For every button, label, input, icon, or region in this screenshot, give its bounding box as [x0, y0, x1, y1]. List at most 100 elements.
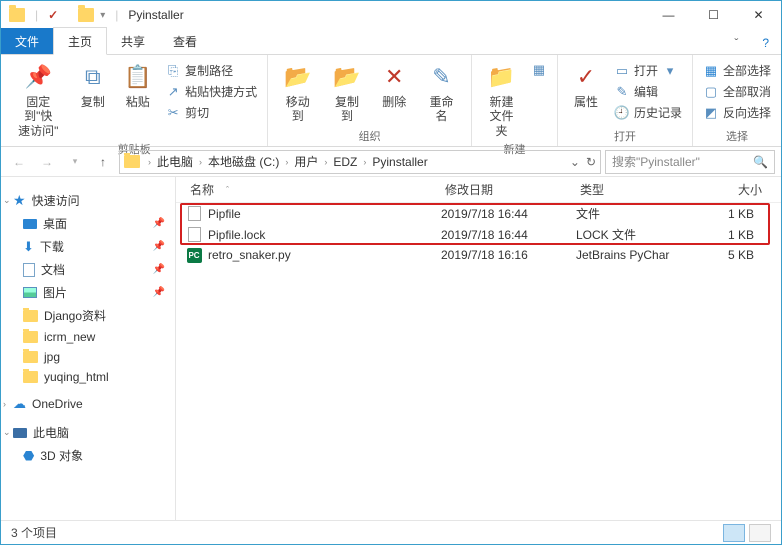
forward-button[interactable]: →: [35, 150, 59, 174]
open-button[interactable]: ▭打开▾: [610, 61, 686, 80]
crumb[interactable]: EDZ: [331, 155, 359, 169]
content-area: ⌄★快速访问 桌面📌 ⬇下载📌 文档📌 图片📌 Django资料 icrm_ne…: [1, 177, 781, 520]
details-view-button[interactable]: [723, 524, 745, 542]
checkmark-icon[interactable]: ✓: [48, 8, 58, 22]
separator: |: [115, 8, 118, 22]
tab-file[interactable]: 文件: [1, 28, 53, 54]
file-list-pane: 名称ˆ 修改日期 类型 大小 Pipfile 2019/7/18 16:44 文…: [176, 177, 781, 520]
sidebar-this-pc[interactable]: ⌄此电脑: [1, 421, 175, 444]
ribbon-collapse-button[interactable]: ˇ: [722, 32, 750, 54]
sidebar-item-3d[interactable]: ⬣3D 对象: [1, 444, 175, 467]
pin-to-quick-access-button[interactable]: 📌固定到"快 速访问": [7, 59, 69, 140]
sidebar-item-documents[interactable]: 文档📌: [1, 258, 175, 281]
ribbon-group-clipboard: 📌固定到"快 速访问" ⧉复制 📋粘贴 ⎘复制路径 ↗粘贴快捷方式 ✂剪切 剪贴…: [1, 55, 268, 146]
up-button[interactable]: ↑: [91, 150, 115, 174]
column-headers: 名称ˆ 修改日期 类型 大小: [176, 177, 781, 203]
pin-icon: 📌: [153, 218, 165, 229]
properties-button[interactable]: ✓属性: [564, 59, 608, 111]
pin-icon: 📌: [153, 264, 165, 275]
separator: |: [35, 8, 38, 22]
close-button[interactable]: ✕: [736, 1, 781, 29]
title-bar: | ✓ ▾ | Pyinstaller — ☐ ✕: [1, 1, 781, 29]
col-date[interactable]: 修改日期: [441, 181, 576, 198]
sidebar-onedrive[interactable]: ›☁OneDrive: [1, 393, 175, 415]
tab-home[interactable]: 主页: [53, 27, 107, 55]
back-button[interactable]: ←: [7, 150, 31, 174]
select-all-button[interactable]: ▦全部选择: [699, 61, 775, 80]
sidebar-item-folder[interactable]: yuqing_html: [1, 367, 175, 387]
group-label: 组织: [274, 127, 465, 144]
help-button[interactable]: ?: [750, 32, 781, 54]
edit-button[interactable]: ✎编辑: [610, 82, 686, 101]
rename-button[interactable]: ✎重命名: [418, 59, 465, 126]
ribbon-tabs: 文件 主页 共享 查看 ˇ ?: [1, 29, 781, 55]
col-size[interactable]: 大小: [706, 181, 766, 198]
caret-icon[interactable]: ›: [361, 157, 368, 167]
item-count: 3 个项目: [11, 524, 57, 541]
maximize-button[interactable]: ☐: [691, 1, 736, 29]
group-label: 选择: [699, 127, 775, 144]
window-title: Pyinstaller: [128, 8, 183, 22]
new-folder-button[interactable]: 📁新建 文件夹: [478, 59, 525, 140]
caret-icon[interactable]: ›: [283, 157, 290, 167]
folder-icon: [124, 155, 140, 168]
sidebar-quick-access[interactable]: ⌄★快速访问: [1, 189, 175, 212]
new-item-button[interactable]: ▦: [527, 61, 551, 79]
col-name[interactable]: 名称ˆ: [186, 181, 441, 198]
crumb[interactable]: 本地磁盘 (C:): [206, 153, 281, 170]
status-bar: 3 个项目: [1, 520, 781, 544]
cut-button[interactable]: ✂剪切: [161, 103, 261, 122]
ribbon: 📌固定到"快 速访问" ⧉复制 📋粘贴 ⎘复制路径 ↗粘贴快捷方式 ✂剪切 剪贴…: [1, 55, 781, 147]
pin-icon: 📌: [153, 241, 165, 252]
window-controls: — ☐ ✕: [646, 1, 781, 29]
search-icon: 🔍: [753, 155, 768, 169]
paste-shortcut-button[interactable]: ↗粘贴快捷方式: [161, 82, 261, 101]
caret-icon[interactable]: ›: [197, 157, 204, 167]
caret-icon[interactable]: ›: [322, 157, 329, 167]
copy-button[interactable]: ⧉复制: [71, 59, 114, 111]
delete-button[interactable]: ✕删除: [373, 59, 416, 111]
sidebar-item-downloads[interactable]: ⬇下载📌: [1, 235, 175, 258]
pin-icon: 📌: [153, 287, 165, 298]
sidebar-item-pictures[interactable]: 图片📌: [1, 281, 175, 304]
search-input[interactable]: 搜索"Pyinstaller" 🔍: [605, 150, 775, 174]
sidebar-item-folder[interactable]: Django资料: [1, 304, 175, 327]
search-placeholder: 搜索"Pyinstaller": [612, 153, 700, 170]
crumb[interactable]: 用户: [292, 153, 320, 170]
paste-button[interactable]: 📋粘贴: [116, 59, 159, 111]
invert-selection-button[interactable]: ◩反向选择: [699, 103, 775, 122]
sort-arrow-icon: ˆ: [226, 185, 229, 195]
tab-view[interactable]: 查看: [159, 28, 211, 54]
minimize-button[interactable]: —: [646, 1, 691, 29]
folder-icon[interactable]: [78, 8, 94, 22]
file-rows: Pipfile 2019/7/18 16:44 文件 1 KB Pipfile.…: [176, 203, 781, 265]
quick-access-toolbar: | ✓ ▾ |: [1, 8, 122, 22]
ribbon-group-new: 📁新建 文件夹 ▦ 新建: [472, 55, 558, 146]
sidebar-item-folder[interactable]: icrm_new: [1, 327, 175, 347]
ribbon-group-organize: 📂移动到 📂复制到 ✕删除 ✎重命名 组织: [268, 55, 472, 146]
highlight-box: [180, 203, 770, 245]
sidebar-item-folder[interactable]: jpg: [1, 347, 175, 367]
select-none-button[interactable]: ▢全部取消: [699, 82, 775, 101]
ribbon-group-open: ✓属性 ▭打开▾ ✎编辑 🕘历史记录 打开: [558, 55, 693, 146]
recent-dropdown[interactable]: ▾: [63, 150, 87, 174]
refresh-icon[interactable]: ↻: [586, 155, 596, 169]
sidebar-item-desktop[interactable]: 桌面📌: [1, 212, 175, 235]
address-bar[interactable]: › 此电脑› 本地磁盘 (C:)› 用户› EDZ› Pyinstaller ⌄…: [119, 150, 601, 174]
copy-to-button[interactable]: 📂复制到: [323, 59, 370, 126]
chevron-down-icon[interactable]: ▾: [100, 10, 105, 21]
crumb[interactable]: Pyinstaller: [370, 155, 429, 169]
navigation-pane[interactable]: ⌄★快速访问 桌面📌 ⬇下载📌 文档📌 图片📌 Django资料 icrm_ne…: [1, 177, 176, 520]
dropdown-icon[interactable]: ⌄: [570, 155, 580, 169]
file-row[interactable]: PCretro_snaker.py 2019/7/18 16:16 JetBra…: [176, 245, 781, 265]
copy-path-button[interactable]: ⎘复制路径: [161, 61, 261, 80]
col-type[interactable]: 类型: [576, 181, 706, 198]
history-button[interactable]: 🕘历史记录: [610, 103, 686, 122]
caret-icon[interactable]: ›: [146, 157, 153, 167]
pycharm-icon: PC: [186, 247, 202, 263]
group-label: 打开: [564, 127, 686, 144]
tab-share[interactable]: 共享: [107, 28, 159, 54]
icons-view-button[interactable]: [749, 524, 771, 542]
move-to-button[interactable]: 📂移动到: [274, 59, 321, 126]
crumb[interactable]: 此电脑: [155, 153, 195, 170]
